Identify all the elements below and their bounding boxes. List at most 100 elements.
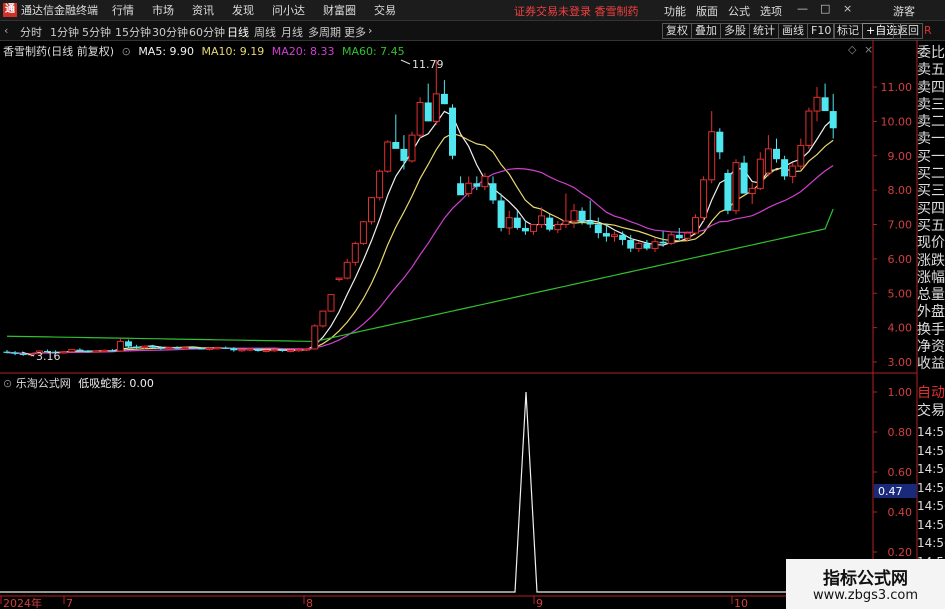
minimize-icon[interactable]: — xyxy=(797,2,808,15)
candle-down xyxy=(659,241,667,244)
tab-daily[interactable]: 日线 xyxy=(227,24,249,40)
more-chevron-icon[interactable]: › xyxy=(368,24,372,37)
candle-down xyxy=(173,347,181,349)
tab-back-icon[interactable]: ‹ xyxy=(4,24,8,37)
indicator-source[interactable]: 乐淘公式网 xyxy=(16,377,71,390)
quote-field-3: 卖三 xyxy=(917,96,945,113)
menu-layout[interactable]: 版面 xyxy=(696,3,718,19)
watermark-title: 指标公式网 xyxy=(823,569,908,589)
candle-down xyxy=(424,102,432,122)
candle-down xyxy=(781,159,789,177)
tab-1min[interactable]: 1分钟 xyxy=(50,24,79,40)
draw-button[interactable]: 画线 xyxy=(778,23,808,39)
sub-tick-label: 1.00 xyxy=(888,386,913,399)
price-tick-label: 8.00 xyxy=(888,184,913,197)
candle-down xyxy=(149,346,157,348)
settings-icon[interactable]: ⊙ xyxy=(122,45,131,58)
user-label[interactable]: 游客 xyxy=(893,3,915,19)
candle-up xyxy=(416,101,424,136)
stock-name[interactable]: 香雪制药(日线 前复权) xyxy=(3,45,114,58)
candle-down xyxy=(546,217,554,230)
candle-up xyxy=(748,187,756,195)
candle-up xyxy=(764,148,772,174)
candle-up xyxy=(611,234,618,238)
candle-up xyxy=(554,224,562,231)
panel-close-icon[interactable]: × xyxy=(864,43,873,56)
menu-options[interactable]: 选项 xyxy=(760,3,782,19)
menu-ask[interactable]: 问小达 xyxy=(272,2,305,18)
tab-multi-period[interactable]: 多周期 xyxy=(308,24,341,40)
price-chart[interactable]: 11.00 10.00 9.00 8.00 7.00 6.00 5.00 4.00 3.00 1.… xyxy=(0,0,945,609)
menu-formula[interactable]: 公式 xyxy=(728,3,750,19)
tab-weekly[interactable]: 周线 xyxy=(254,24,276,40)
candle-down xyxy=(108,350,116,352)
candle-down xyxy=(133,346,141,348)
tab-5min[interactable]: 5分钟 xyxy=(82,24,111,40)
candle-up xyxy=(538,215,546,225)
low-pointer xyxy=(21,351,35,357)
candle-up xyxy=(206,347,213,350)
mark-button[interactable]: 标记 xyxy=(833,23,863,39)
candle-up xyxy=(635,242,643,250)
tab-30min[interactable]: 30分钟 xyxy=(152,24,188,40)
candle-down xyxy=(675,234,683,239)
menu-quotes[interactable]: 行情 xyxy=(112,2,134,18)
return-button[interactable]: 返回 xyxy=(893,23,923,39)
x-tick-label: 2024年 xyxy=(3,596,42,609)
sub-settings-icon[interactable]: ⊙ xyxy=(3,377,12,390)
auto-trade-panel: 自动 xyxy=(917,385,945,402)
candle-up xyxy=(805,110,813,146)
tab-more[interactable]: 更多 xyxy=(344,24,366,40)
ma10-value: MA10: 9.19 xyxy=(201,45,265,58)
tick-time-6: 14:56 xyxy=(917,536,945,550)
low-annotation: 3.16 xyxy=(36,350,61,363)
f10-button[interactable]: F10 xyxy=(807,23,836,39)
quote-field-6: 买一 xyxy=(917,148,945,165)
adjust-button[interactable]: 复权 xyxy=(662,23,692,39)
candle-up xyxy=(408,134,416,162)
quote-field-12: 涨跌 xyxy=(917,252,945,269)
candle-down xyxy=(627,239,635,249)
candle-up xyxy=(327,294,335,312)
menu-wealth[interactable]: 财富圈 xyxy=(323,2,356,18)
close-icon[interactable]: × xyxy=(843,2,852,15)
maximize-icon[interactable]: □ xyxy=(820,2,830,15)
tick-time-0: 14:56 xyxy=(917,425,945,439)
candle-down xyxy=(740,162,748,194)
menu-function[interactable]: 功能 xyxy=(664,3,686,19)
price-tick-label: 11.00 xyxy=(881,81,913,94)
tab-intraday[interactable]: 分时 xyxy=(20,24,42,40)
menu-discover[interactable]: 发现 xyxy=(232,2,254,18)
indicator-value: 低吸蛇影: 0.00 xyxy=(78,377,154,390)
tick-time-3: 14:56 xyxy=(917,480,945,495)
candle-down xyxy=(222,347,230,349)
x-tick-label: 10 xyxy=(734,597,748,609)
ma20-line xyxy=(6,165,834,355)
menu-trade[interactable]: 交易 xyxy=(374,2,396,18)
candle-down xyxy=(602,233,610,237)
diamond-icon[interactable]: ◇ xyxy=(848,43,856,56)
stats-button[interactable]: 统计 xyxy=(749,23,779,39)
menu-news[interactable]: 资讯 xyxy=(192,2,214,18)
trade-label[interactable]: 交易 xyxy=(917,403,945,420)
multi-stock-button[interactable]: 多股 xyxy=(720,23,750,39)
menu-market[interactable]: 市场 xyxy=(152,2,174,18)
candle-down xyxy=(821,97,829,112)
cursor-value-box xyxy=(874,484,917,498)
candle-down xyxy=(449,107,456,156)
tab-60min[interactable]: 60分钟 xyxy=(189,24,225,40)
login-warning[interactable]: 证券交易未登录 香雪制药 xyxy=(514,3,639,19)
auto-label[interactable]: 自动 xyxy=(917,385,945,402)
tick-time-2: 14:56 xyxy=(917,462,945,476)
overlay-button[interactable]: 叠加 xyxy=(691,23,721,39)
candle-up xyxy=(311,325,319,350)
ma20-value: MA20: 8.33 xyxy=(271,45,335,58)
candle-up xyxy=(683,232,691,239)
candle-down xyxy=(3,351,11,353)
candle-up xyxy=(68,349,76,353)
candle-up xyxy=(343,261,351,279)
price-tick-label: 5.00 xyxy=(888,287,913,300)
tab-15min[interactable]: 15分钟 xyxy=(115,24,151,40)
quote-field-18: 收益 xyxy=(917,356,945,373)
tab-monthly[interactable]: 月线 xyxy=(281,24,303,40)
